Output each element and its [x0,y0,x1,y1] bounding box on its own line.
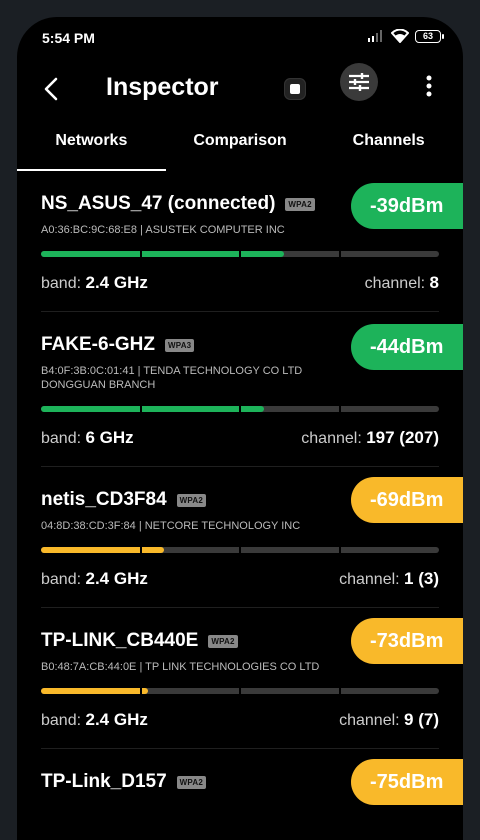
wifi-icon [391,29,409,43]
signal-bar-fill [41,406,264,412]
tab-comparison[interactable]: Comparison [166,121,315,171]
phone-frame: 5:54 PM 63 Inspector Networks Comparison… [0,0,480,840]
network-ssid: netis_CD3F84 [41,489,167,510]
back-arrow-icon [44,77,58,101]
network-info-row: band: 2.4 GHz channel: 1 (3) [41,569,439,607]
signal-bar-divider [339,688,341,694]
band-label: band: [41,571,86,588]
signal-bar-divider [140,406,142,412]
network-mac-vendor: B4:0F:3B:0C:01:41 | TENDA TECHNOLOGY CO … [41,365,303,391]
stop-icon [290,84,300,94]
channel-info: channel: 197 (207) [301,428,439,448]
signal-bar-divider [239,251,241,257]
page-title: Inspector [106,73,219,101]
network-card[interactable]: TP-LINK_CB440E WPA2 -73dBm B0:48:7A:CB:44:0… [41,608,463,749]
network-list: NS_ASUS_47 (connected) WPA2 -39dBm A0:36:BC… [17,171,463,829]
network-ssid: FAKE-6-GHZ [41,334,155,355]
security-badge: WPA2 [208,634,238,648]
status-time: 5:54 PM [42,30,95,46]
signal-strength-badge: -75dBm [351,759,463,805]
network-card[interactable]: TP-Link_D157 WPA2 -75dBm [41,749,463,829]
channel-label: channel: [339,712,405,729]
signal-bar-divider [140,251,142,257]
band-info: band: 2.4 GHz [41,273,148,293]
channel-info: channel: 1 (3) [339,569,439,589]
channel-info: channel: 9 (7) [339,710,439,730]
status-icons: 63 [367,29,444,43]
band-label: band: [41,275,86,292]
network-card[interactable]: netis_CD3F84 WPA2 -69dBm 04:8D:38:CD:3F:84 … [41,467,463,608]
security-badge: WPA2 [176,493,206,507]
band-value: 2.4 GHz [85,710,148,729]
network-ssid: TP-Link_D157 [41,771,167,792]
sliders-icon [349,73,369,91]
signal-bar-fill [41,251,284,257]
network-info-row: band: 6 GHz channel: 197 (207) [41,428,439,466]
band-label: band: [41,430,86,447]
network-info-row: band: 2.4 GHz channel: 9 (7) [41,710,439,748]
band-info: band: 2.4 GHz [41,710,148,730]
network-card[interactable]: NS_ASUS_47 (connected) WPA2 -39dBm A0:36:BC… [41,171,463,312]
channel-label: channel: [301,430,367,447]
band-info: band: 2.4 GHz [41,569,148,589]
signal-bar-fill [41,547,164,553]
tab-channels[interactable]: Channels [314,121,463,171]
back-button[interactable] [35,69,67,109]
stop-scan-button[interactable] [281,75,309,103]
security-badge: WPA3 [165,338,195,352]
signal-strength-badge: -69dBm [351,477,463,523]
channel-value: 197 (207) [366,428,439,447]
signal-strength-badge: -39dBm [351,183,463,229]
signal-bar [41,406,439,412]
screen: 5:54 PM 63 Inspector Networks Comparison… [17,17,463,840]
channel-value: 8 [429,273,439,292]
signal-strength-badge: -44dBm [351,324,463,370]
more-vert-icon [426,75,432,97]
network-mac-vendor: 04:8D:38:CD:3F:84 | NETCORE TECHNOLOGY I… [41,520,301,532]
network-mac-vendor: B0:48:7A:CB:44:0E | TP LINK TECHNOLOGIES… [41,661,320,673]
signal-bar-fill [41,688,148,694]
network-card[interactable]: FAKE-6-GHZ WPA3 -44dBm B4:0F:3B:0C:01:41 | … [41,312,463,467]
band-info: band: 6 GHz [41,428,134,448]
channel-value: 9 (7) [404,710,439,729]
security-badge: WPA2 [285,197,315,211]
more-options-button[interactable] [417,71,441,101]
cell-signal-icon [368,30,382,42]
network-ssid: NS_ASUS_47 (connected) [41,193,276,214]
security-badge: WPA2 [176,775,206,789]
app-bar: Inspector [17,61,463,121]
channel-label: channel: [339,571,405,588]
signal-bar [41,547,439,553]
channel-label: channel: [364,275,430,292]
signal-bar [41,251,439,257]
band-value: 2.4 GHz [85,569,148,588]
signal-bar-divider [339,251,341,257]
channel-info: channel: 8 [365,273,439,293]
tab-bar: Networks Comparison Channels [17,121,463,171]
signal-bar-divider [339,406,341,412]
band-label: band: [41,712,86,729]
battery-icon: 63 [415,29,444,43]
signal-bar [41,688,439,694]
band-value: 2.4 GHz [85,273,148,292]
status-bar: 5:54 PM 63 [17,17,463,61]
channel-value: 1 (3) [404,569,439,588]
network-info-row: band: 2.4 GHz channel: 8 [41,273,439,311]
network-ssid: TP-LINK_CB440E [41,630,199,651]
signal-bar-divider [239,406,241,412]
signal-bar-divider [239,547,241,553]
signal-bar-divider [339,547,341,553]
signal-strength-badge: -73dBm [351,618,463,664]
band-value: 6 GHz [85,428,134,447]
network-mac-vendor: A0:36:BC:9C:68:E8 | ASUSTEK COMPUTER INC [41,224,285,236]
signal-bar-divider [140,688,142,694]
filter-button[interactable] [340,63,378,101]
tab-networks[interactable]: Networks [17,121,166,171]
signal-bar-divider [239,688,241,694]
signal-bar-divider [140,547,142,553]
